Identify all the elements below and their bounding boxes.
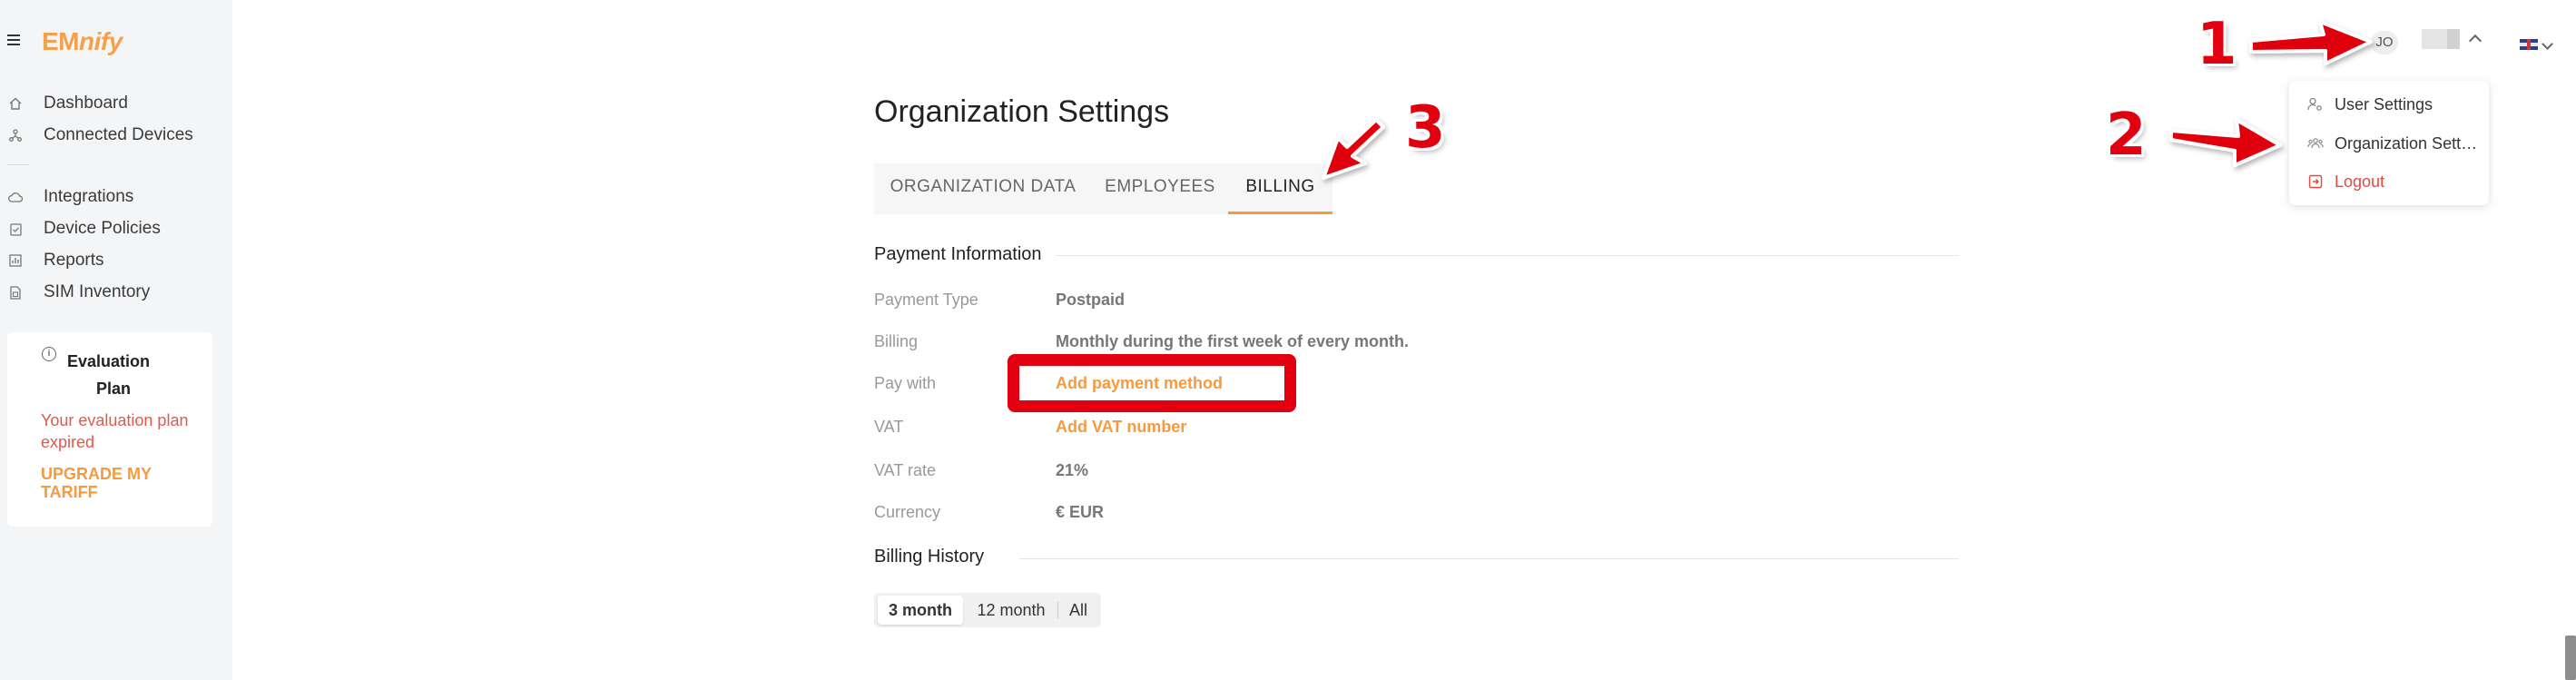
menu-item-organization-settings[interactable]: Organization Settings	[2289, 126, 2489, 161]
settings-tabs: ORGANIZATION DATA EMPLOYEES BILLING	[874, 163, 1332, 214]
menu-item-label: Logout	[2335, 172, 2385, 191]
payment-type-value: Postpaid	[1056, 291, 1126, 309]
sidebar-item-integrations[interactable]: Integrations	[0, 183, 232, 211]
payment-information-heading: Payment Information	[874, 244, 1042, 264]
sidebar-item-label: Connected Devices	[44, 125, 193, 144]
annotation-highlight-box	[1008, 354, 1296, 412]
sidebar-item-label: Reports	[44, 251, 104, 270]
billing-value: Monthly during the first week of every m…	[1056, 332, 1410, 350]
menu-item-user-settings[interactable]: User Settings	[2289, 87, 2489, 122]
vat-rate-value: 21%	[1056, 461, 1089, 479]
network-icon	[7, 129, 24, 142]
billing-history-heading: Billing History	[874, 547, 985, 567]
clipboard-check-icon	[7, 222, 24, 236]
sidebar-item-label: Device Policies	[44, 219, 161, 238]
user-dropdown-menu: User Settings Organization Settings Logo…	[2289, 81, 2489, 205]
segment-divider	[1057, 602, 1058, 618]
evaluation-plan-card: i Evaluation Plan Your evaluation plan e…	[7, 332, 212, 527]
tab-billing[interactable]: BILLING	[1228, 163, 1332, 214]
user-gear-icon	[2307, 97, 2324, 112]
currency-value: € EUR	[1056, 503, 1105, 521]
sidebar-divider	[7, 164, 29, 165]
sidebar-item-label: Dashboard	[44, 94, 128, 113]
sidebar-item-device-policies[interactable]: Device Policies	[0, 215, 232, 242]
page-scrollbar[interactable]	[2565, 636, 2576, 680]
section-divider	[1056, 255, 1959, 256]
vat-rate-label: VAT rate	[874, 461, 937, 479]
brand-logo[interactable]: EMnify	[42, 27, 123, 56]
annotation-arrow-2	[2169, 118, 2282, 167]
cloud-icon	[7, 192, 24, 202]
sidebar: EMnify Dashboard Connected Devices Integ…	[0, 0, 232, 680]
user-avatar[interactable]: JO	[2371, 31, 2398, 54]
upgrade-tariff-link[interactable]: UPGRADE MY TARIFF	[41, 465, 195, 501]
vat-label: VAT	[874, 418, 904, 436]
organization-switcher[interactable]	[2422, 29, 2460, 49]
evaluation-plan-title: Evaluation Plan	[67, 352, 151, 398]
chevron-up-icon[interactable]	[2468, 34, 2483, 48]
page-title: Organization Settings	[874, 94, 1170, 129]
range-12-month-button[interactable]: 12 month	[967, 596, 1056, 625]
menu-item-logout[interactable]: Logout	[2289, 164, 2489, 199]
sidebar-item-label: Integrations	[44, 187, 134, 206]
sidebar-item-label: SIM Inventory	[44, 282, 151, 301]
info-icon: i	[42, 347, 56, 361]
sidebar-item-reports[interactable]: Reports	[0, 247, 232, 274]
sidebar-item-connected-devices[interactable]: Connected Devices	[0, 122, 232, 149]
sidebar-item-dashboard[interactable]: Dashboard	[0, 90, 232, 117]
pay-with-label: Pay with	[874, 374, 937, 392]
chevron-down-icon[interactable]	[2542, 38, 2553, 50]
payment-type-label: Payment Type	[874, 291, 978, 309]
add-vat-number-link[interactable]: Add VAT number	[1056, 418, 1186, 437]
annotation-number-3: 3	[1405, 94, 1446, 162]
sidebar-item-sim-inventory[interactable]: SIM Inventory	[0, 279, 232, 306]
menu-item-label: User Settings	[2335, 94, 2433, 113]
home-icon	[7, 97, 24, 110]
range-all-button[interactable]: All	[1059, 596, 1097, 625]
annotation-arrow-1	[2249, 20, 2373, 65]
section-divider	[1019, 558, 1959, 559]
uk-flag-icon[interactable]	[2520, 39, 2538, 50]
logout-icon	[2307, 174, 2324, 189]
tab-employees[interactable]: EMPLOYEES	[1092, 163, 1228, 214]
sim-card-icon	[7, 285, 24, 300]
range-3-month-button[interactable]: 3 month	[878, 596, 963, 625]
billing-history-range-selector: 3 month 12 month All	[874, 593, 1101, 627]
annotation-number-1: 1	[2197, 11, 2237, 78]
evaluation-expired-text: Your evaluation plan expired	[41, 411, 189, 451]
tab-organization-data[interactable]: ORGANIZATION DATA	[874, 163, 1092, 214]
currency-label: Currency	[874, 503, 941, 521]
annotation-number-2: 2	[2106, 102, 2147, 169]
chart-icon	[7, 254, 24, 267]
billing-label: Billing	[874, 332, 919, 350]
hamburger-menu-icon[interactable]	[7, 34, 20, 47]
users-icon	[2307, 138, 2324, 149]
menu-item-label: Organization Settings	[2335, 133, 2478, 153]
